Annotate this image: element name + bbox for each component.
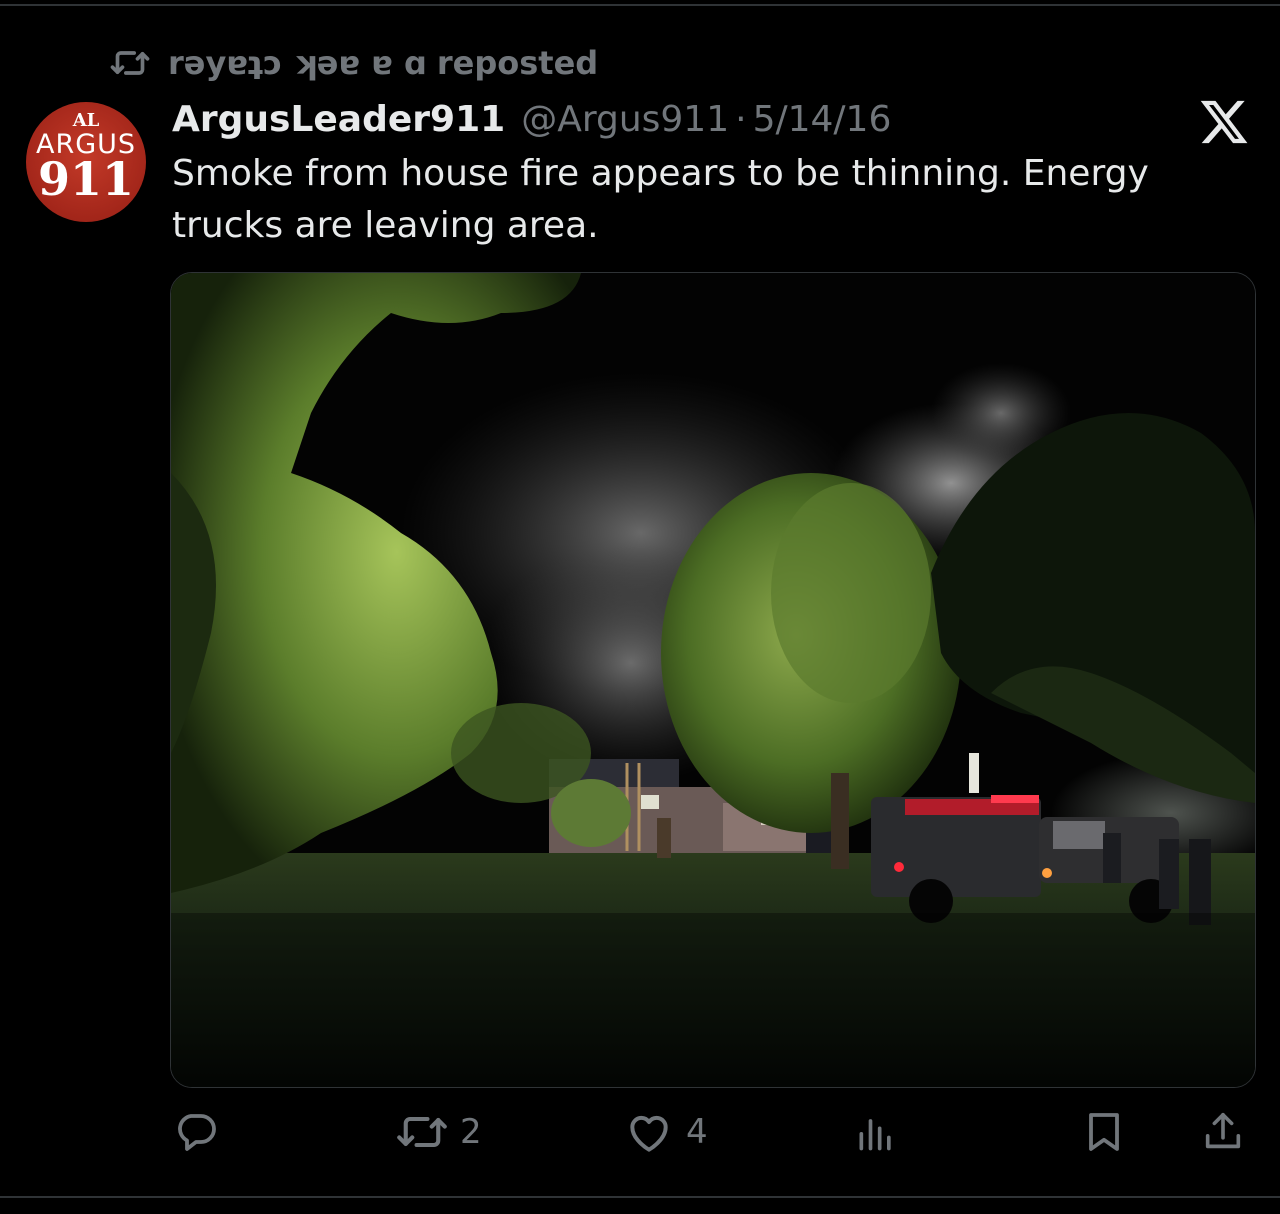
photo-night-house-fire — [171, 273, 1255, 1087]
share-icon — [1200, 1109, 1246, 1155]
views-icon — [854, 1110, 898, 1154]
divider-bottom — [0, 1196, 1280, 1198]
separator: · — [735, 98, 747, 140]
tweet-header: ArgusLeader911 @Argus911 · 5/14/16 — [172, 95, 891, 143]
repost-banner[interactable]: rəyɐʇɔ ʞəɐ ɐ ɑ reposted — [110, 40, 598, 86]
tweet-photo[interactable] — [170, 272, 1256, 1088]
heart-icon — [624, 1107, 674, 1157]
repost-icon — [110, 42, 152, 84]
repost-count: 2 — [460, 1112, 482, 1152]
divider-top — [0, 4, 1280, 6]
avatar[interactable]: AL ARGUS 911 — [26, 102, 146, 222]
tweet-date[interactable]: 5/14/16 — [753, 99, 892, 140]
share-button[interactable] — [1200, 1100, 1246, 1164]
like-count: 4 — [686, 1112, 708, 1152]
reply-icon — [172, 1108, 220, 1156]
views-button[interactable] — [854, 1100, 898, 1164]
bookmark-button[interactable] — [1080, 1100, 1128, 1164]
display-name[interactable]: ArgusLeader911 — [172, 99, 505, 140]
avatar-line-1: AL — [72, 110, 100, 131]
tweet-card[interactable]: rəyɐʇɔ ʞəɐ ɐ ɑ reposted AL ARGUS 911 Arg… — [0, 0, 1280, 1214]
bookmark-icon — [1080, 1108, 1128, 1156]
tweet-text: Smoke from house fire appears to be thin… — [172, 153, 1149, 246]
repost-button[interactable]: 2 — [396, 1100, 482, 1164]
avatar-line-3: 911 — [37, 152, 135, 206]
user-handle[interactable]: @Argus911 — [521, 99, 729, 140]
like-button[interactable]: 4 — [624, 1100, 708, 1164]
tweet-actions: 2 4 — [170, 1100, 1241, 1164]
repost-icon — [396, 1106, 448, 1158]
x-logo-icon — [1198, 96, 1250, 148]
reposter-name[interactable]: rəyɐʇɔ ʞəɐ ɐ ɑ — [168, 44, 427, 82]
reply-button[interactable] — [172, 1100, 220, 1164]
reposted-label: reposted — [436, 44, 599, 82]
